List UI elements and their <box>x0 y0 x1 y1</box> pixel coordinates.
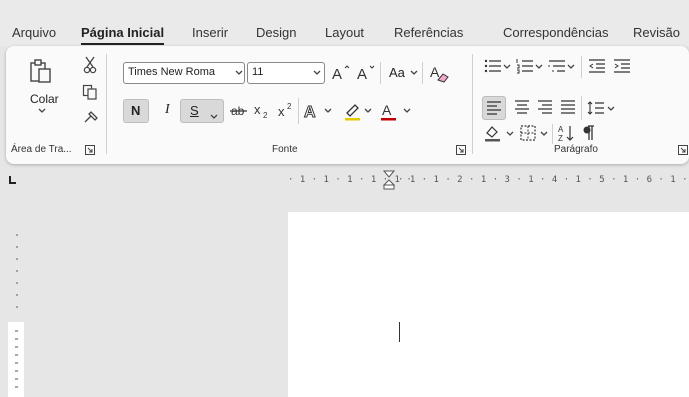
underline-label: S <box>190 103 199 118</box>
superscript-icon[interactable]: x2 <box>277 102 295 120</box>
underline-chevron-icon[interactable] <box>210 109 218 123</box>
change-case-chevron-icon[interactable] <box>410 70 418 76</box>
show-marks-icon[interactable] <box>582 125 596 141</box>
shrink-font-icon[interactable]: A <box>356 63 376 83</box>
svg-text:A: A <box>430 64 440 80</box>
shading-chevron-icon[interactable] <box>506 131 514 137</box>
svg-text:2: 2 <box>263 111 268 120</box>
tab-design[interactable]: Design <box>256 25 296 40</box>
multilevel-list-icon[interactable] <box>548 58 566 74</box>
highlight-chevron-icon[interactable] <box>364 108 372 114</box>
svg-text:x: x <box>278 104 285 119</box>
multilevel-chevron-icon[interactable] <box>567 64 575 70</box>
indent-marker-icon[interactable] <box>383 170 395 190</box>
tab-pagina-inicial[interactable]: Página Inicial <box>81 25 165 45</box>
underline-button[interactable]: S <box>180 99 224 123</box>
document-page[interactable] <box>288 212 689 397</box>
font-launcher-icon[interactable] <box>456 144 466 155</box>
tab-layout[interactable]: Layout <box>325 25 364 40</box>
increase-indent-icon[interactable] <box>613 58 631 74</box>
ruler-marks: · 1 · 1 · 2 · 1 · 3 · 1 · 4 · 1 · 5 · 1 … <box>398 175 689 185</box>
paragraph-group-label: Parágrafo <box>554 144 598 155</box>
ribbon-tab-bar: Arquivo Página Inicial Inserir Design La… <box>0 0 689 46</box>
paragraph-separator <box>552 124 553 144</box>
borders-icon[interactable] <box>520 125 536 141</box>
font-separator <box>422 62 423 84</box>
grow-font-icon[interactable]: A <box>331 63 351 83</box>
subscript-icon[interactable]: x2 <box>253 102 271 120</box>
line-spacing-chevron-icon[interactable] <box>607 106 615 112</box>
cut-icon[interactable] <box>83 56 97 74</box>
bold-label: N <box>131 103 141 118</box>
tab-selector-icon[interactable] <box>9 176 17 184</box>
svg-text:A: A <box>382 102 392 118</box>
paste-dropdown-chevron-icon[interactable] <box>38 108 46 114</box>
text-effects-icon[interactable]: A <box>303 101 323 122</box>
font-separator <box>380 62 381 84</box>
text-cursor <box>399 322 400 342</box>
copy-icon[interactable] <box>82 84 98 100</box>
svg-text:A: A <box>332 66 342 83</box>
group-separator <box>472 54 473 154</box>
clipboard-group-label: Área de Tra... <box>11 144 72 155</box>
text-effects-chevron-icon[interactable] <box>324 108 332 114</box>
paragraph-separator <box>581 96 582 120</box>
ribbon-panel: Colar Área de Tra... Times New Roma 11 A… <box>6 46 689 164</box>
decrease-indent-icon[interactable] <box>588 58 606 74</box>
paragraph-launcher-icon[interactable] <box>678 144 688 155</box>
shading-icon[interactable] <box>484 124 502 142</box>
tab-inserir[interactable]: Inserir <box>192 25 228 40</box>
svg-text:2: 2 <box>287 102 292 111</box>
center-icon[interactable] <box>514 100 530 114</box>
font-name-value: Times New Roma <box>128 66 215 78</box>
highlight-icon[interactable] <box>343 101 363 121</box>
change-case-button[interactable]: Aa <box>389 65 405 80</box>
paste-icon[interactable] <box>28 58 54 84</box>
bullets-chevron-icon[interactable] <box>503 64 511 70</box>
tab-referencias[interactable]: Referências <box>394 25 463 40</box>
borders-chevron-icon[interactable] <box>540 131 548 137</box>
vertical-ruler[interactable] <box>8 205 24 397</box>
align-left-button[interactable] <box>482 96 506 120</box>
line-spacing-icon[interactable] <box>587 100 605 116</box>
font-name-chevron-icon[interactable] <box>235 70 243 76</box>
font-separator <box>298 98 299 124</box>
italic-button[interactable]: I <box>165 102 170 118</box>
tab-correspondencias[interactable]: Correspondências <box>503 25 609 40</box>
svg-text:A: A <box>558 125 564 134</box>
clear-formatting-icon[interactable]: A <box>428 62 450 84</box>
font-color-chevron-icon[interactable] <box>403 108 411 114</box>
bullets-icon[interactable] <box>484 58 502 74</box>
justify-icon[interactable] <box>560 100 576 114</box>
font-name-select[interactable]: Times New Roma <box>123 62 245 84</box>
font-color-icon[interactable]: A <box>379 101 399 121</box>
format-painter-icon[interactable] <box>83 110 99 124</box>
strikethrough-icon[interactable]: ab <box>230 103 248 119</box>
font-size-chevron-icon[interactable] <box>313 70 321 76</box>
bold-button[interactable]: N <box>123 99 149 123</box>
svg-text:x: x <box>254 102 261 117</box>
paste-button-label[interactable]: Colar <box>30 92 59 106</box>
group-separator <box>106 54 107 154</box>
svg-text:A: A <box>357 66 367 83</box>
numbering-chevron-icon[interactable] <box>535 64 543 70</box>
numbering-icon[interactable] <box>516 58 534 74</box>
font-size-value: 11 <box>252 66 264 78</box>
font-group-label: Fonte <box>272 144 298 155</box>
horizontal-ruler[interactable]: · 1 · 1 · 1 · 1 · 1 · · 1 · 1 · 2 · 1 · … <box>0 170 689 190</box>
clipboard-launcher-icon[interactable] <box>85 144 95 155</box>
align-right-icon[interactable] <box>537 100 553 114</box>
tab-revisao[interactable]: Revisão <box>633 25 680 40</box>
tab-arquivo[interactable]: Arquivo <box>12 25 56 40</box>
paragraph-separator <box>581 56 582 78</box>
align-left-icon <box>486 101 502 118</box>
sort-icon[interactable]: AZ <box>558 124 576 142</box>
svg-text:Z: Z <box>558 134 563 142</box>
svg-text:A: A <box>304 104 316 121</box>
